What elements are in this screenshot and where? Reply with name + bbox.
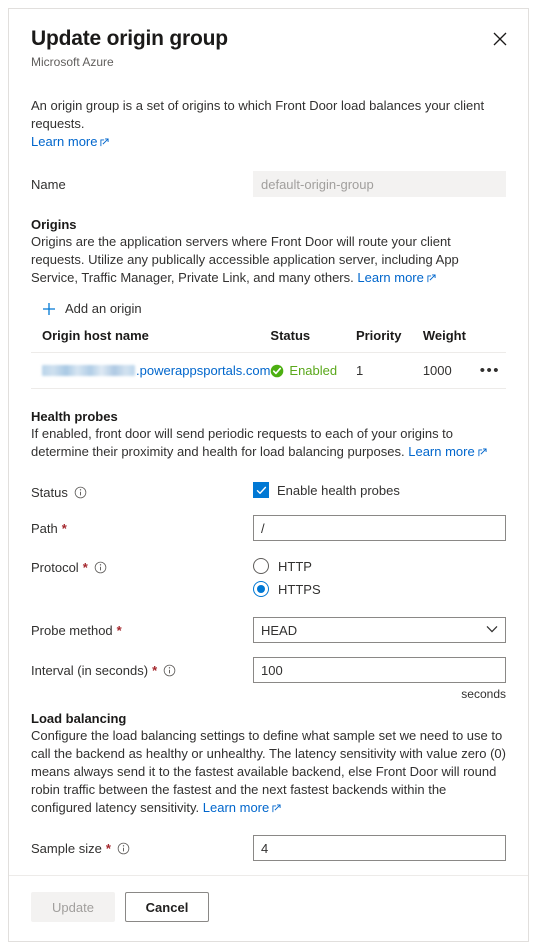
load-balancing-description: Configure the load balancing settings to…	[31, 728, 506, 815]
intro-description: An origin group is a set of origins to w…	[31, 98, 485, 131]
info-icon[interactable]	[74, 486, 87, 499]
column-actions	[479, 324, 506, 353]
page-subtitle: Microsoft Azure	[31, 55, 114, 69]
required-marker: *	[116, 623, 122, 638]
external-link-icon	[100, 138, 110, 147]
radio-dot	[257, 585, 265, 593]
external-link-icon	[427, 274, 436, 283]
add-an-origin-label: Add an origin	[65, 301, 142, 316]
radio-circle-selected	[253, 581, 269, 597]
path-label: Path *	[31, 521, 67, 536]
table-row[interactable]: .powerappsportals.com Enabled 1 1000 •••	[31, 352, 506, 389]
sample-size-input[interactable]	[253, 835, 506, 861]
status-row: Status Enable health probes	[31, 479, 506, 501]
external-link-icon	[478, 448, 487, 457]
cell-weight: 1000	[422, 352, 480, 389]
cell-status: Enabled	[270, 352, 356, 389]
external-link-icon	[272, 804, 281, 813]
page-title: Update origin group	[31, 27, 228, 50]
origins-description: Origins are the application servers wher…	[31, 234, 459, 285]
load-balancing-learn-more-link[interactable]: Learn more	[203, 800, 269, 815]
update-button[interactable]: Update	[31, 892, 115, 922]
column-weight: Weight	[422, 324, 480, 353]
required-marker: *	[82, 560, 88, 575]
interval-field-wrap: seconds	[253, 657, 506, 701]
plus-icon	[43, 302, 55, 315]
radio-http[interactable]: HTTP	[253, 558, 506, 574]
status-badge: Enabled	[289, 363, 338, 378]
column-status: Status	[270, 324, 356, 353]
cell-origin-host-name: .powerappsportals.com	[31, 352, 271, 389]
info-icon[interactable]	[163, 664, 176, 677]
redacted-hostname-prefix	[42, 365, 135, 376]
interval-label: Interval (in seconds) *	[31, 657, 253, 679]
probe-method-select[interactable]: HEAD GET	[253, 617, 506, 643]
name-field-wrap	[253, 171, 506, 197]
enable-health-probes-checkbox[interactable]: Enable health probes	[253, 479, 506, 498]
info-icon[interactable]	[117, 842, 130, 855]
intro-text: An origin group is a set of origins to w…	[31, 97, 506, 151]
interval-input[interactable]	[253, 657, 506, 683]
cancel-button[interactable]: Cancel	[125, 892, 209, 922]
path-row: Path *	[31, 515, 506, 541]
table-header-row: Origin host name Status Priority Weight	[31, 324, 506, 353]
interval-row: Interval (in seconds) * seconds	[31, 657, 506, 701]
probe-method-row: Probe method * HEAD GET	[31, 617, 506, 643]
required-marker: *	[105, 841, 111, 856]
close-button[interactable]	[486, 25, 514, 53]
radio-https-label: HTTPS	[278, 581, 321, 597]
status-field-wrap: Enable health probes	[253, 479, 506, 498]
radio-circle	[253, 558, 269, 574]
protocol-row: Protocol * HTTP HTTPS	[31, 558, 506, 604]
protocol-label: Protocol *	[31, 558, 253, 576]
interval-suffix: seconds	[461, 687, 506, 701]
panel-body: An origin group is a set of origins to w…	[9, 97, 528, 941]
health-probes-learn-more-link[interactable]: Learn more	[408, 444, 474, 459]
column-origin-host-name: Origin host name	[31, 324, 271, 353]
radio-http-label: HTTP	[278, 558, 312, 574]
probe-method-field-wrap: HEAD GET	[253, 617, 506, 643]
probe-method-label: Probe method *	[31, 623, 122, 638]
name-row: Name	[31, 171, 506, 197]
close-icon	[493, 32, 507, 46]
status-label: Status	[31, 479, 253, 501]
health-probes-description: If enabled, front door will send periodi…	[31, 425, 506, 461]
sample-size-row: Sample size *	[31, 835, 506, 861]
column-priority: Priority	[355, 324, 423, 353]
add-an-origin-button[interactable]: Add an origin	[31, 301, 506, 316]
path-input[interactable]	[253, 515, 506, 541]
info-icon[interactable]	[94, 561, 107, 574]
checkmark-icon	[256, 486, 266, 494]
panel-header: Update origin group Microsoft Azure	[9, 9, 528, 69]
update-origin-group-panel: Update origin group Microsoft Azure An o…	[8, 8, 529, 942]
required-marker: *	[152, 663, 158, 678]
checkbox-box	[253, 482, 269, 498]
intro-learn-more-link[interactable]: Learn more	[31, 134, 97, 149]
cell-priority: 1	[355, 352, 423, 389]
origins-table: Origin host name Status Priority Weight …	[31, 324, 506, 389]
protocol-options: HTTP HTTPS	[253, 558, 506, 604]
sample-size-label: Sample size *	[31, 835, 253, 857]
ellipsis-icon[interactable]: •••	[480, 362, 500, 379]
enable-health-probes-label: Enable health probes	[277, 482, 400, 498]
cell-actions: •••	[479, 352, 506, 389]
check-circle-icon	[271, 364, 284, 377]
name-label: Name	[31, 177, 66, 192]
origins-learn-more-link[interactable]: Learn more	[357, 270, 423, 285]
path-field-wrap	[253, 515, 506, 541]
origins-heading: Origins	[31, 217, 77, 232]
hostname-suffix: .powerappsportals.com	[136, 363, 271, 378]
radio-https[interactable]: HTTPS	[253, 581, 506, 597]
load-balancing-heading: Load balancing	[31, 711, 127, 726]
required-marker: *	[61, 521, 67, 536]
sample-size-field-wrap	[253, 835, 506, 861]
name-input	[253, 171, 506, 197]
panel-footer: Update Cancel	[9, 875, 528, 941]
health-probes-heading: Health probes	[31, 409, 118, 424]
